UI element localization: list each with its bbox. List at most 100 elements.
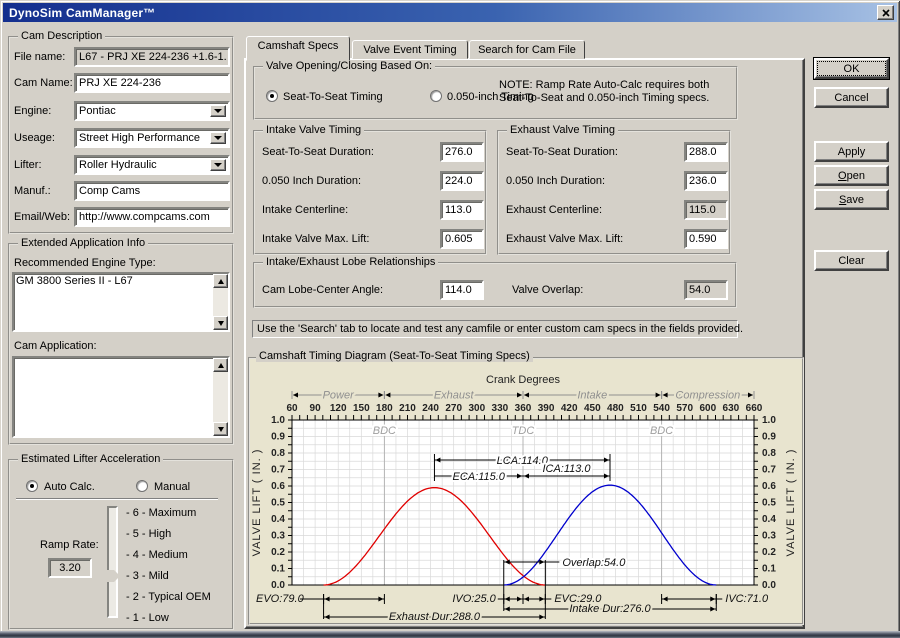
lifter-select[interactable]: Roller Hydraulic xyxy=(74,155,230,175)
slider-level-3: - 3 - Mild xyxy=(126,570,169,582)
intake-max-lift-field[interactable]: 0.605 xyxy=(440,229,484,249)
lifter-dropdown-button[interactable] xyxy=(210,159,226,171)
intake-centerline-field[interactable]: 113.0 xyxy=(440,200,484,220)
tab-search-for-cam-file[interactable]: Search for Cam File xyxy=(469,40,585,59)
chevron-down-icon xyxy=(214,109,222,117)
chart-x-tick: 120 xyxy=(330,403,347,414)
file-name-label: File name: xyxy=(14,51,65,63)
email-web-label: Email/Web: xyxy=(14,211,70,223)
chevron-down-icon xyxy=(214,136,222,144)
chart-y-tick-right: 0.7 xyxy=(762,465,776,476)
intake-centerline-label: Intake Centerline: xyxy=(262,204,348,216)
search-hint-bar: Use the 'Search' tab to locate and test … xyxy=(252,320,738,338)
engine-dropdown-button[interactable] xyxy=(210,105,226,117)
manuf-field[interactable]: Comp Cams xyxy=(74,181,230,201)
tab-label: Camshaft Specs xyxy=(258,40,339,52)
chart-x-tick: 210 xyxy=(399,403,416,414)
intake-sts-duration-field[interactable]: 276.0 xyxy=(440,142,484,162)
chart-ylabel-left: VALVE LIFT ( IN. ) xyxy=(251,449,263,557)
chart-y-tick-right: 0.5 xyxy=(762,498,776,509)
scroll-up-button[interactable] xyxy=(213,274,228,288)
chart-y-tick-left: 0.0 xyxy=(271,580,285,591)
chart-y-tick-right: 0.9 xyxy=(762,432,776,443)
open-button[interactable]: Open xyxy=(814,165,889,186)
email-web-field[interactable]: http://www.compcams.com xyxy=(74,207,230,227)
exhaust-max-lift-field[interactable]: 0.590 xyxy=(684,229,728,249)
exhaust-050-duration-field[interactable]: 236.0 xyxy=(684,171,728,191)
chart-x-tick: 360 xyxy=(515,403,532,414)
chart-x-tick: 330 xyxy=(492,403,509,414)
chart-x-tick: 390 xyxy=(538,403,555,414)
chart-y-tick-right: 1.0 xyxy=(762,415,776,426)
chart-annotation-ica: ICA:113.0 xyxy=(542,463,591,475)
lobe-relationships-legend: Intake/Exhaust Lobe Relationships xyxy=(263,256,438,268)
close-button[interactable] xyxy=(877,5,894,20)
exhaust-centerline-label: Exhaust Centerline: xyxy=(506,204,602,216)
chart-annotation-exhaust-dur: Exhaust Dur:288.0 xyxy=(389,611,481,623)
slider-level-5: - 5 - High xyxy=(126,528,171,540)
lobe-center-angle-field[interactable]: 114.0 xyxy=(440,280,484,300)
engine-type-scrollbar[interactable] xyxy=(213,274,228,330)
lifter-value: Roller Hydraulic xyxy=(79,159,157,171)
chart-phase-label: Intake xyxy=(577,390,607,402)
engine-type-textarea[interactable]: GM 3800 Series II - L67 xyxy=(12,272,230,332)
auto-calc-radio[interactable] xyxy=(26,480,38,492)
useage-label: Useage: xyxy=(14,132,55,144)
chart-y-tick-left: 0.3 xyxy=(271,531,285,542)
intake-timing-legend: Intake Valve Timing xyxy=(263,124,364,136)
engine-type-label: Recommended Engine Type: xyxy=(14,257,156,269)
ok-button[interactable]: OK xyxy=(814,58,889,79)
manuf-label: Manuf.: xyxy=(14,185,51,197)
chart-y-tick-right: 0.8 xyxy=(762,448,776,459)
slider-level-4: - 4 - Medium xyxy=(126,549,188,561)
chart-x-tick: 150 xyxy=(353,403,370,414)
chart-deadcenter-label: BDC xyxy=(650,425,673,437)
arrow-up-icon xyxy=(218,276,224,284)
cam-application-textarea[interactable] xyxy=(12,356,230,438)
chart-y-tick-left: 0.4 xyxy=(271,514,285,525)
arrow-down-icon xyxy=(218,427,224,435)
intake-050-duration-field[interactable]: 224.0 xyxy=(440,171,484,191)
chart-x-tick: 60 xyxy=(286,403,298,414)
chart-y-tick-left: 0.2 xyxy=(271,547,285,558)
tab-label: Search for Cam File xyxy=(478,44,576,56)
chart-annotation-ivc: IVC:71.0 xyxy=(725,593,769,605)
chart-y-tick-left: 0.7 xyxy=(271,465,285,476)
manual-label: Manual xyxy=(154,481,190,493)
chart-x-tick: 630 xyxy=(723,403,740,414)
ramp-rate-slider-track[interactable] xyxy=(107,506,118,618)
chart-y-tick-right: 0.6 xyxy=(762,481,776,492)
lifter-accel-legend: Estimated Lifter Acceleration xyxy=(18,453,163,465)
save-button[interactable]: Save xyxy=(814,189,889,210)
tab-camshaft-specs[interactable]: Camshaft Specs xyxy=(246,36,350,61)
seat-to-seat-radio[interactable] xyxy=(266,90,278,102)
chevron-down-icon xyxy=(214,163,222,171)
useage-select[interactable]: Street High Performance xyxy=(74,128,230,148)
tab-valve-event-timing[interactable]: Valve Event Timing xyxy=(352,40,468,59)
chart-y-tick-left: 0.1 xyxy=(271,564,285,575)
arrow-up-icon xyxy=(218,360,224,368)
scroll-down-button[interactable] xyxy=(213,422,228,436)
cam-name-field[interactable]: PRJ XE 224-236 xyxy=(74,73,230,93)
inch-timing-radio[interactable] xyxy=(430,90,442,102)
chart-y-tick-right: 0.4 xyxy=(762,514,776,525)
engine-select[interactable]: Pontiac xyxy=(74,101,230,121)
scroll-down-button[interactable] xyxy=(213,316,228,330)
extended-info-legend: Extended Application Info xyxy=(18,237,148,249)
cancel-button[interactable]: Cancel xyxy=(814,87,889,108)
apply-button[interactable]: Apply xyxy=(814,141,889,162)
useage-dropdown-button[interactable] xyxy=(210,132,226,144)
valve-overlap-field: 54.0 xyxy=(684,280,728,300)
clear-button[interactable]: Clear xyxy=(814,250,889,271)
ramp-rate-value: 3.20 xyxy=(48,558,92,578)
exhaust-sts-duration-field[interactable]: 288.0 xyxy=(684,142,728,162)
chart-x-tick: 570 xyxy=(676,403,693,414)
chart-x-tick: 660 xyxy=(746,403,763,414)
exhaust-timing-legend: Exhaust Valve Timing xyxy=(507,124,618,136)
chart-xlabel: Crank Degrees xyxy=(486,374,560,386)
cam-application-scrollbar[interactable] xyxy=(213,358,228,436)
manual-radio[interactable] xyxy=(136,480,148,492)
cam-description-legend: Cam Description xyxy=(18,30,105,42)
engine-type-text: GM 3800 Series II - L67 xyxy=(16,275,211,329)
scroll-up-button[interactable] xyxy=(213,358,228,372)
